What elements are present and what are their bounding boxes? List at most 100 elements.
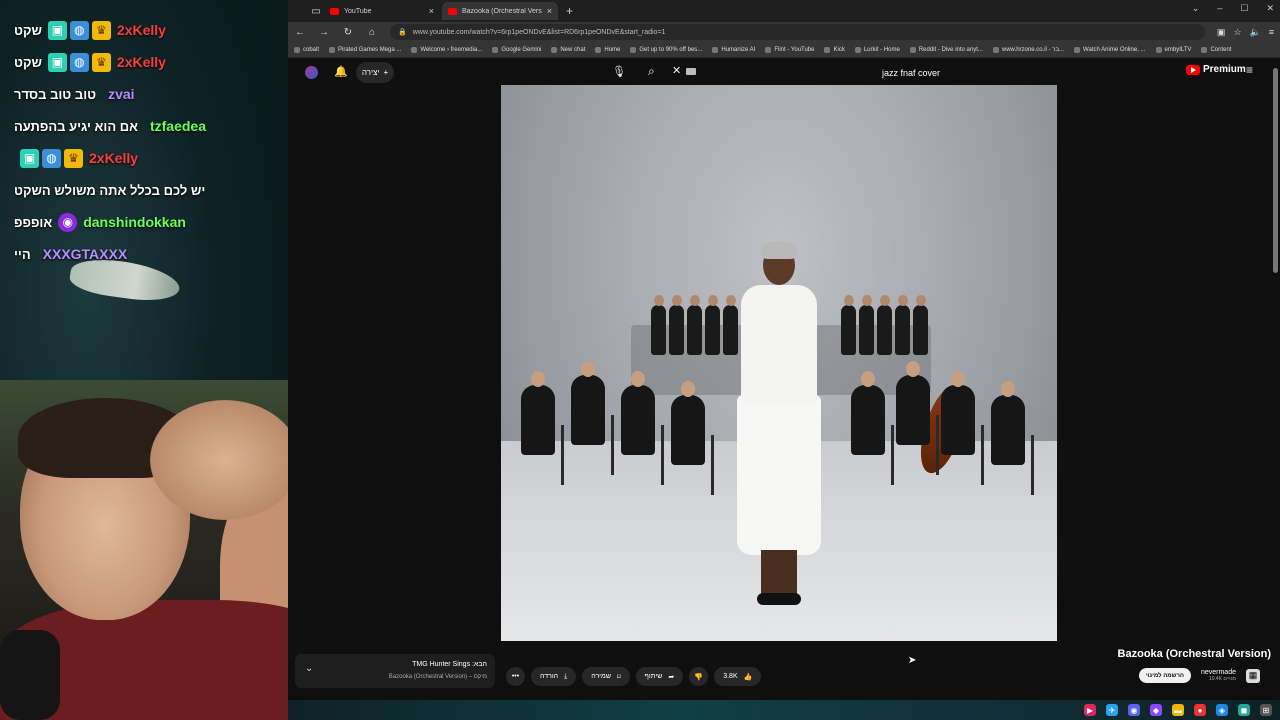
close-window-icon[interactable]: ✕	[1266, 3, 1274, 14]
bookmark-item[interactable]: Reddit - Dive into anyt...	[909, 46, 983, 53]
tab-youtube[interactable]: YouTube ×	[324, 2, 440, 20]
save-button[interactable]: שמירה ⌑	[582, 667, 630, 686]
vpn-icon[interactable]: ◈	[1216, 704, 1228, 716]
back-icon[interactable]: ←	[294, 27, 306, 38]
chat-message: 2xKelly ▣ ◍ ♛	[14, 142, 279, 174]
chat-username[interactable]: danshindokkan	[83, 214, 186, 230]
account-avatar[interactable]	[305, 66, 318, 79]
bookmark-favicon-icon	[765, 46, 772, 53]
bookmark-label: Lurkit - Home	[863, 46, 900, 53]
more-actions-button[interactable]: •••	[506, 667, 525, 686]
channel-avatar[interactable]: ▦	[1246, 668, 1260, 683]
orchestra-musician	[571, 361, 605, 445]
address-bar[interactable]: 🔒 www.youtube.com/watch?v=6rp1peONDvE&li…	[390, 24, 1205, 40]
close-icon[interactable]: ×	[429, 6, 434, 16]
bookmark-label: New chat	[560, 46, 586, 53]
microphone-icon[interactable]: 🎙	[612, 65, 626, 78]
chat-username[interactable]: 2xKelly	[117, 54, 166, 70]
like-button[interactable]: 3.8K 👍	[714, 667, 762, 686]
home-icon[interactable]: ⌂	[366, 27, 378, 38]
chat-message: danshindokkan ◉ אופפפ	[14, 206, 279, 238]
speaker-icon[interactable]: 🔈	[1250, 27, 1261, 38]
chat-username[interactable]: XXXGTAXXX	[43, 246, 128, 262]
bookmark-label: Reddit - Dive into anyt...	[918, 46, 983, 53]
download-button[interactable]: הורדה ⤓	[531, 667, 577, 686]
channel-name[interactable]: nevermade	[1201, 669, 1236, 676]
chat-username[interactable]: zvai	[108, 86, 134, 102]
bookmark-item[interactable]: www.hrzone.co.il - בר...	[992, 46, 1064, 53]
scrollbar[interactable]	[1273, 68, 1278, 273]
chat-text: יש לכם בכלל אתה משולש השקט	[14, 182, 206, 198]
dislike-button[interactable]: 👎	[689, 667, 709, 686]
bookmark-item[interactable]: Kick	[824, 46, 845, 53]
chevron-down-icon[interactable]: ⌄	[305, 663, 313, 674]
search-input[interactable]	[700, 63, 940, 83]
telegram-icon[interactable]: ✈	[1106, 704, 1118, 716]
bookmark-item[interactable]: Humanize AI	[712, 46, 755, 53]
singer-jacket	[741, 285, 817, 405]
music-stand	[561, 425, 564, 485]
clear-search-icon[interactable]: ✕	[672, 64, 681, 77]
up-next-subtitle: מיקס – Bazooka (Orchestral Version)	[388, 674, 487, 680]
chat-badges: ▣ ◍ ♛	[47, 20, 111, 40]
tab-bazooka[interactable]: Bazooka (Orchestral Version) - Y ×	[442, 2, 558, 20]
bookmark-item[interactable]: Lurkit - Home	[854, 46, 900, 53]
bookmark-item[interactable]: Google Gemini	[492, 46, 541, 53]
bookmark-favicon-icon	[992, 46, 999, 53]
chrome-icon[interactable]: ●	[1194, 704, 1206, 716]
windows-icon[interactable]: ⊞	[1260, 704, 1272, 716]
bookmark-item[interactable]: Get up to 90% off bes...	[630, 46, 702, 53]
folder-icon[interactable]: ▬	[1172, 704, 1184, 716]
app-icon[interactable]: ▶	[1084, 704, 1096, 716]
tab-search-icon[interactable]: ▭	[310, 6, 322, 17]
bookmark-item[interactable]: Flint - YouTube	[765, 46, 814, 53]
hamburger-menu-icon[interactable]: ≡	[1246, 63, 1253, 77]
bookmark-label: embyILTV	[1164, 46, 1192, 53]
reload-icon[interactable]: ↻	[342, 27, 354, 38]
bookmark-item[interactable]: Pirated Games Mega ...	[329, 46, 402, 53]
discord-icon[interactable]: ◉	[1128, 704, 1140, 716]
minimize-icon[interactable]: –	[1217, 3, 1222, 14]
new-tab-icon[interactable]: +	[560, 4, 579, 18]
close-icon[interactable]: ×	[547, 6, 552, 16]
up-next-panel[interactable]: ⌄ הבא: TMG Hunter Sings מיקס – Bazooka (…	[295, 654, 495, 688]
browser-toolbar: ← → ↻ ⌂ 🔒 www.youtube.com/watch?v=6rp1pe…	[288, 22, 1280, 42]
star-icon[interactable]: ☆	[1233, 27, 1241, 38]
bookmark-item[interactable]: Welcome › freemedia...	[411, 46, 482, 53]
maximize-icon[interactable]: ☐	[1240, 3, 1248, 14]
bookmark-item[interactable]: cobalt	[294, 46, 319, 53]
extension-icon[interactable]: ▣	[1217, 27, 1226, 38]
choir-singer	[705, 295, 720, 355]
video-player[interactable]	[501, 85, 1057, 641]
download-label: הורדה	[540, 673, 559, 680]
app-icon[interactable]: ◼	[1238, 704, 1250, 716]
bell-icon[interactable]: 🔔	[334, 65, 348, 78]
chat-username[interactable]: 2xKelly	[89, 150, 138, 166]
bookmark-item[interactable]: embyILTV	[1155, 46, 1192, 53]
youtube-logo[interactable]: Premium	[1186, 64, 1246, 75]
logo-label: Premium	[1203, 64, 1246, 75]
more-icon: •••	[511, 673, 520, 680]
create-button[interactable]: יצירה +	[356, 62, 394, 83]
download-icon: ⤓	[564, 672, 568, 680]
bookmark-favicon-icon	[909, 46, 916, 53]
bookmark-item[interactable]: New chat	[551, 46, 586, 53]
keyboard-icon[interactable]	[686, 68, 696, 75]
bookmark-item[interactable]: Watch Anime Online, ...	[1074, 46, 1146, 53]
chevron-down-icon[interactable]: ⌄	[1192, 3, 1200, 14]
bookmark-item[interactable]: Content	[1201, 46, 1231, 53]
share-button[interactable]: שיתוף ➦	[635, 667, 684, 686]
taskbar: ▶ ✈ ◉ ◆ ▬ ● ◈ ◼ ⊞	[288, 700, 1280, 720]
search-icon[interactable]: ⌕	[648, 64, 655, 79]
subscribe-button[interactable]: הרשמה למינוי	[1138, 668, 1191, 683]
twitch-icon[interactable]: ◆	[1150, 704, 1162, 716]
menu-icon[interactable]: ≡	[1269, 27, 1274, 38]
bookmark-item[interactable]: Home	[595, 46, 620, 53]
window-controls: ⌄ – ☐ ✕	[1192, 3, 1274, 14]
bookmark-label: Pirated Games Mega ...	[338, 46, 402, 53]
gift-icon: ▣	[47, 52, 67, 72]
microphone	[0, 630, 60, 720]
forward-icon[interactable]: →	[318, 27, 330, 38]
chat-username[interactable]: tzfaedea	[150, 118, 206, 134]
chat-username[interactable]: 2xKelly	[117, 22, 166, 38]
